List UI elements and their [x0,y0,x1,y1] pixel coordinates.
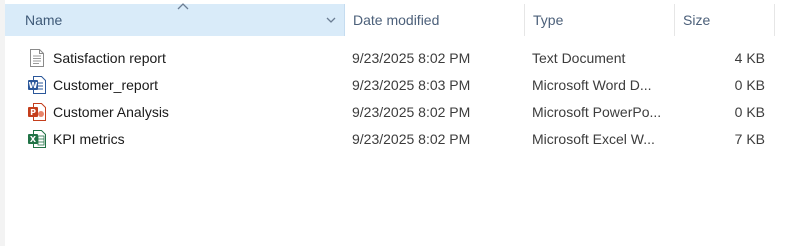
file-date-modified: 9/23/2025 8:02 PM [352,131,471,147]
column-header-date-modified[interactable]: Date modified [345,4,525,36]
file-row[interactable]: Satisfaction report 9/23/2025 8:02 PM Te… [5,45,775,72]
column-header-size[interactable]: Size [675,4,775,36]
file-name: KPI metrics [53,131,125,147]
file-date-modified: 9/23/2025 8:02 PM [352,50,471,66]
file-date-modified: 9/23/2025 8:02 PM [352,104,471,120]
sort-ascending-icon [177,3,189,10]
file-size: 0 KB [734,77,765,93]
column-header-type-label: Type [533,12,564,28]
text-document-icon [30,49,44,67]
column-header-name[interactable]: Name [5,3,345,36]
file-type: Microsoft PowerPo... [532,104,662,120]
column-header-date-label: Date modified [353,12,440,28]
file-list: Satisfaction report 9/23/2025 8:02 PM Te… [5,45,775,153]
excel-workbook-icon: X [28,130,46,148]
file-row[interactable]: W Customer_report 9/23/2025 8:03 PM Micr… [5,72,775,99]
file-size: 0 KB [734,104,765,120]
chevron-down-icon[interactable] [325,15,337,25]
file-type: Microsoft Word D... [532,77,652,93]
file-row[interactable]: P Customer Analysis 9/23/2025 8:02 PM Mi… [5,99,775,126]
file-size: 4 KB [734,50,765,66]
file-size: 7 KB [734,131,765,147]
svg-text:X: X [30,135,37,144]
column-header-name-label: Name [25,12,63,28]
column-header-type[interactable]: Type [525,4,675,36]
file-row[interactable]: X KPI metrics 9/23/2025 8:02 PM Microsof… [5,126,775,153]
column-header-size-label: Size [683,12,711,28]
file-name: Satisfaction report [53,50,166,66]
file-date-modified: 9/23/2025 8:03 PM [352,77,471,93]
file-type: Text Document [532,50,626,66]
file-name: Customer_report [53,77,159,93]
svg-text:P: P [30,108,36,117]
word-document-icon: W [28,76,46,94]
file-type: Microsoft Excel W... [532,131,655,147]
file-name: Customer Analysis [53,104,169,120]
column-header-bar: Name Date modified Type Size [5,3,775,36]
svg-text:W: W [29,81,38,90]
powerpoint-document-icon: P [28,103,46,121]
